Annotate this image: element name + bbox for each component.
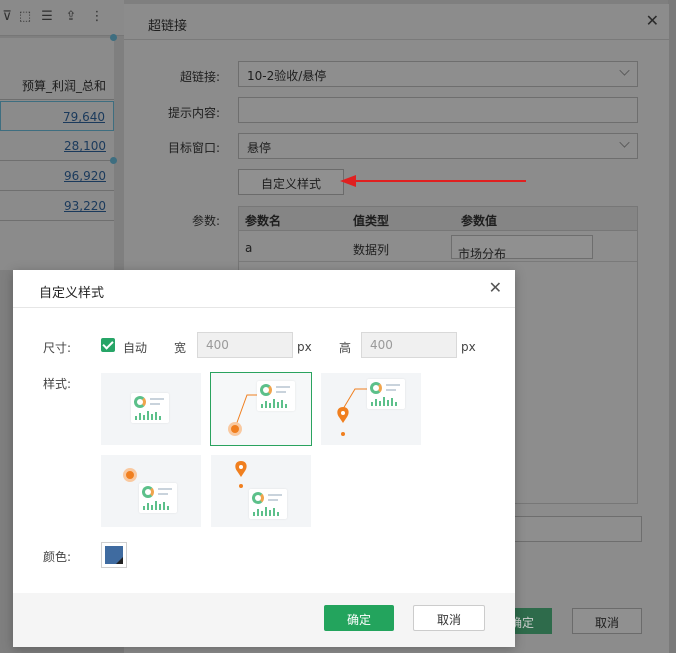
target-window-label: 目标窗口: bbox=[167, 141, 220, 155]
popup-thumbnail bbox=[131, 393, 169, 423]
hyperlink-dialog-header: 超链接 ✕ bbox=[124, 4, 669, 40]
height-label: 高 bbox=[339, 341, 352, 355]
table-row[interactable]: 28,100 bbox=[0, 131, 114, 161]
tip-label: 提示内容: bbox=[167, 106, 220, 120]
background-toolbar: ⊽ ⬚ ☰ ⇪ ⋮ bbox=[0, 0, 124, 36]
table-row[interactable]: a 数据列 市场分布 bbox=[239, 232, 637, 262]
size-label: 尺寸: bbox=[43, 341, 72, 355]
dimmed-select[interactable] bbox=[504, 516, 642, 542]
cancel-button[interactable]: 取消 bbox=[413, 605, 485, 631]
height-unit: px bbox=[461, 340, 476, 354]
popup-thumbnail bbox=[257, 381, 295, 411]
popup-thumbnail bbox=[367, 379, 405, 409]
style-option-center[interactable] bbox=[101, 373, 201, 445]
width-input[interactable]: 400 bbox=[197, 332, 293, 358]
table-row[interactable]: 79,640 bbox=[0, 101, 114, 131]
color-picker[interactable] bbox=[101, 542, 127, 568]
export-icon[interactable]: ⇪ bbox=[64, 10, 78, 24]
resize-handle[interactable] bbox=[110, 34, 117, 41]
filter-icon[interactable]: ⊽ bbox=[0, 10, 14, 24]
style-label: 样式: bbox=[43, 377, 72, 391]
style-option-bottom-left-pin[interactable] bbox=[321, 373, 421, 445]
color-label: 颜色: bbox=[43, 550, 72, 564]
params-label: 参数: bbox=[191, 214, 220, 228]
style-option-bottom-left-dot[interactable] bbox=[210, 372, 312, 446]
popup-thumbnail bbox=[139, 483, 177, 513]
close-icon[interactable]: ✕ bbox=[489, 280, 502, 296]
hyperlink-label: 超链接: bbox=[179, 70, 220, 84]
chevron-down-icon bbox=[619, 137, 630, 148]
param-value-select[interactable]: 市场分布 bbox=[451, 235, 593, 261]
custom-style-dialog: 自定义样式 ✕ 尺寸: 自动 宽 400 px 高 400 px 样式: 颜色:… bbox=[13, 270, 515, 647]
more-icon[interactable]: ⋮ bbox=[90, 10, 104, 24]
tip-input[interactable] bbox=[238, 97, 638, 123]
dialog-title: 自定义样式 bbox=[39, 286, 105, 301]
hyperlink-select[interactable]: 10-2验收/悬停 bbox=[238, 61, 638, 87]
height-input[interactable]: 400 bbox=[361, 332, 457, 358]
hyperlink-dialog-title: 超链接 bbox=[148, 19, 188, 34]
column-header: 预算_利润_总和 bbox=[0, 68, 114, 100]
popup-thumbnail bbox=[249, 489, 287, 519]
style-option-top-left-dot[interactable] bbox=[101, 455, 201, 527]
outer-ok-button[interactable]: 确定 bbox=[510, 608, 552, 634]
chevron-down-icon bbox=[619, 65, 630, 76]
style-option-top-left-pin[interactable] bbox=[211, 455, 311, 527]
ok-button[interactable]: 确定 bbox=[324, 605, 394, 631]
custom-style-button[interactable]: 自定义样式 bbox=[238, 169, 344, 195]
anchor-dot-core bbox=[231, 425, 239, 433]
auto-checkbox[interactable] bbox=[101, 338, 115, 352]
column-header-name: 参数名 bbox=[245, 214, 282, 228]
anchor-dot-core bbox=[126, 471, 134, 479]
custom-style-dialog-header: 自定义样式 ✕ bbox=[13, 270, 515, 308]
resize-handle[interactable] bbox=[110, 157, 117, 164]
map-pin-icon bbox=[337, 407, 349, 423]
column-header-type: 值类型 bbox=[353, 214, 390, 228]
outer-cancel-button[interactable]: 取消 bbox=[572, 608, 642, 634]
select-icon[interactable]: ⬚ bbox=[18, 10, 32, 24]
target-window-select[interactable]: 悬停 bbox=[238, 133, 638, 159]
param-name: a bbox=[245, 241, 253, 255]
width-unit: px bbox=[297, 340, 312, 354]
background-table: 预算_利润_总和 79,640 28,100 96,920 93,220 bbox=[0, 38, 114, 270]
param-type: 数据列 bbox=[353, 243, 390, 257]
auto-label[interactable]: 自动 bbox=[123, 339, 147, 356]
list-icon[interactable]: ☰ bbox=[40, 10, 54, 24]
params-table-header: 参数名 值类型 参数值 bbox=[239, 207, 637, 231]
background-edge bbox=[668, 0, 676, 653]
dialog-footer: 确定 取消 bbox=[13, 593, 515, 647]
annotation-arrow bbox=[340, 175, 526, 187]
table-row[interactable]: 96,920 bbox=[0, 161, 114, 191]
column-header-value: 参数值 bbox=[461, 214, 498, 228]
map-pin-icon bbox=[235, 461, 247, 477]
close-icon[interactable]: ✕ bbox=[646, 13, 659, 29]
color-swatch-fill bbox=[105, 546, 123, 564]
width-label: 宽 bbox=[174, 341, 187, 355]
table-row[interactable]: 93,220 bbox=[0, 191, 114, 221]
